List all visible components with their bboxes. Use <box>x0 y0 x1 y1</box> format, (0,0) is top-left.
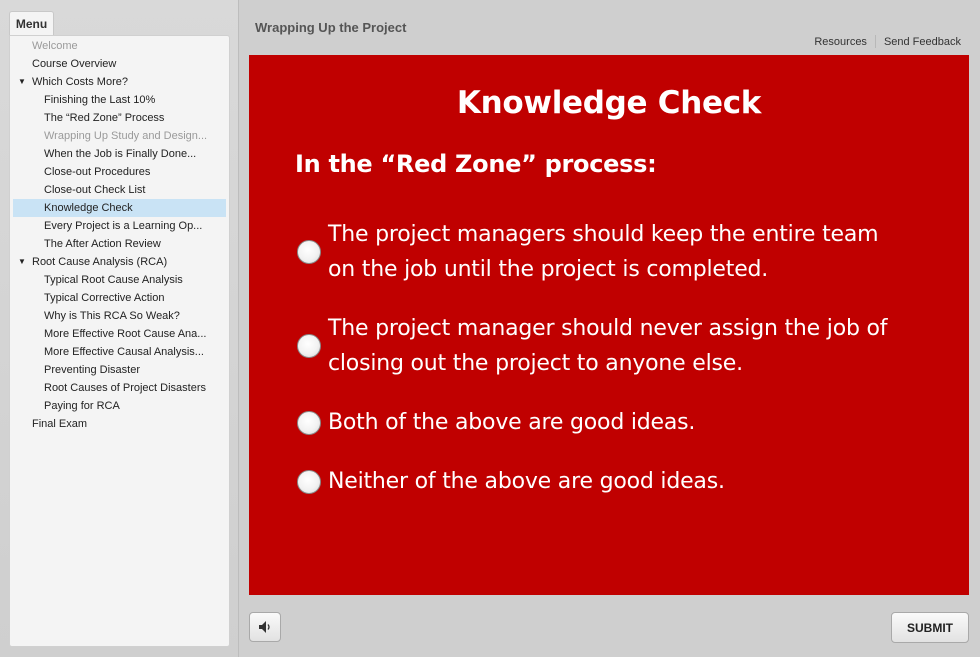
menu-item[interactable]: Preventing Disaster <box>13 361 226 379</box>
answer-option-label: The project manager should never assign … <box>328 316 888 376</box>
menu-item[interactable]: More Effective Root Cause Ana... <box>13 325 226 343</box>
menu-item-label: Finishing the Last 10% <box>44 94 156 106</box>
menu-item[interactable]: Wrapping Up Study and Design... <box>13 127 226 145</box>
menu-item-label: Knowledge Check <box>44 202 133 214</box>
menu-panel: Welcome Course Overview ▼ Which Costs More?… <box>9 35 230 647</box>
answer-option-4[interactable]: Neither of the above are good ideas. <box>297 464 725 499</box>
menu-item[interactable]: Why is This RCA So Weak? <box>13 307 226 325</box>
answer-option-label: Neither of the above are good ideas. <box>328 469 725 494</box>
menu-item[interactable]: When the Job is Finally Done... <box>13 145 226 163</box>
radio-button[interactable] <box>297 469 321 494</box>
menu-item-label: Paying for RCA <box>44 400 120 412</box>
menu-item[interactable]: Welcome <box>13 37 226 55</box>
menu-item-label: Root Cause Analysis (RCA) <box>32 256 168 268</box>
slide-content: Knowledge Check In the “Red Zone” proces… <box>249 55 969 595</box>
expand-arrow-icon[interactable]: ▼ <box>18 253 26 271</box>
menu-item-label: Wrapping Up Study and Design... <box>44 130 208 142</box>
menu-item[interactable]: Close-out Procedures <box>13 163 226 181</box>
menu-item-label: Why is This RCA So Weak? <box>44 310 180 322</box>
menu-item-label: Root Causes of Project Disasters <box>44 382 207 394</box>
menu-item[interactable]: The “Red Zone” Process <box>13 109 226 127</box>
menu-item-label: Preventing Disaster <box>44 364 140 376</box>
menu-item[interactable]: Finishing the Last 10% <box>13 91 226 109</box>
answer-option-label: The project managers should keep the ent… <box>328 222 879 282</box>
menu-item-label: More Effective Causal Analysis... <box>44 346 204 358</box>
menu-item[interactable]: Paying for RCA <box>13 397 226 415</box>
speaker-icon <box>259 621 270 633</box>
expand-arrow-icon[interactable]: ▼ <box>18 73 26 91</box>
menu-item-label: Every Project is a Learning Op... <box>44 220 203 232</box>
menu-item[interactable]: Course Overview <box>13 55 226 73</box>
radio-button[interactable] <box>297 240 321 264</box>
menu-item[interactable]: The After Action Review <box>13 235 226 253</box>
menu-item[interactable]: Final Exam <box>13 415 226 433</box>
answer-option-3[interactable]: Both of the above are good ideas. <box>297 405 695 440</box>
top-links: Resources Send Feedback <box>814 35 961 48</box>
submit-button[interactable]: SUBMIT <box>891 612 969 643</box>
menu-item-label: Which Costs More? <box>32 76 128 88</box>
menu-item[interactable]: ▼ Which Costs More? <box>13 73 226 91</box>
menu-item-label: Typical Corrective Action <box>44 292 165 304</box>
menu-item[interactable]: Knowledge Check <box>13 199 226 217</box>
menu-item-label: Welcome <box>32 40 78 52</box>
menu-item-label: More Effective Root Cause Ana... <box>44 328 207 340</box>
page-title: Wrapping Up the Project <box>255 20 407 35</box>
menu-item-label: Typical Root Cause Analysis <box>44 274 183 286</box>
audio-button[interactable] <box>249 612 281 642</box>
menu-tab[interactable]: Menu <box>9 11 54 36</box>
menu-item-label: Course Overview <box>32 58 117 70</box>
link-divider <box>874 35 876 48</box>
question-text: In the “Red Zone” process: <box>295 150 657 178</box>
sidebar: Menu Welcome Course Overview ▼ Which Costs … <box>0 0 239 657</box>
menu-item[interactable]: Typical Root Cause Analysis <box>13 271 226 289</box>
menu-item[interactable]: Close-out Check List <box>13 181 226 199</box>
menu-item[interactable]: More Effective Causal Analysis... <box>13 343 226 361</box>
menu-item-label: The “Red Zone” Process <box>44 112 165 124</box>
menu-item-label: Final Exam <box>32 418 88 430</box>
answer-option-2[interactable]: The project manager should never assign … <box>297 311 888 381</box>
resources-link[interactable]: Resources <box>814 36 867 48</box>
menu-item[interactable]: Every Project is a Learning Op... <box>13 217 226 235</box>
menu-item-label: The After Action Review <box>44 238 161 250</box>
send-feedback-link[interactable]: Send Feedback <box>884 36 961 48</box>
menu-item[interactable]: Root Causes of Project Disasters <box>13 379 226 397</box>
radio-button[interactable] <box>297 410 321 435</box>
menu-item[interactable]: Typical Corrective Action <box>13 289 226 307</box>
menu-item-label: Close-out Procedures <box>44 166 151 178</box>
radio-button[interactable] <box>297 334 321 358</box>
slide-title: Knowledge Check <box>456 85 762 121</box>
menu-item[interactable]: ▼ Root Cause Analysis (RCA) <box>13 253 226 271</box>
menu-item-label: Close-out Check List <box>44 184 146 196</box>
answer-option-1[interactable]: The project managers should keep the ent… <box>297 217 879 287</box>
menu-item-label: When the Job is Finally Done... <box>44 148 197 160</box>
answer-option-label: Both of the above are good ideas. <box>328 410 696 435</box>
